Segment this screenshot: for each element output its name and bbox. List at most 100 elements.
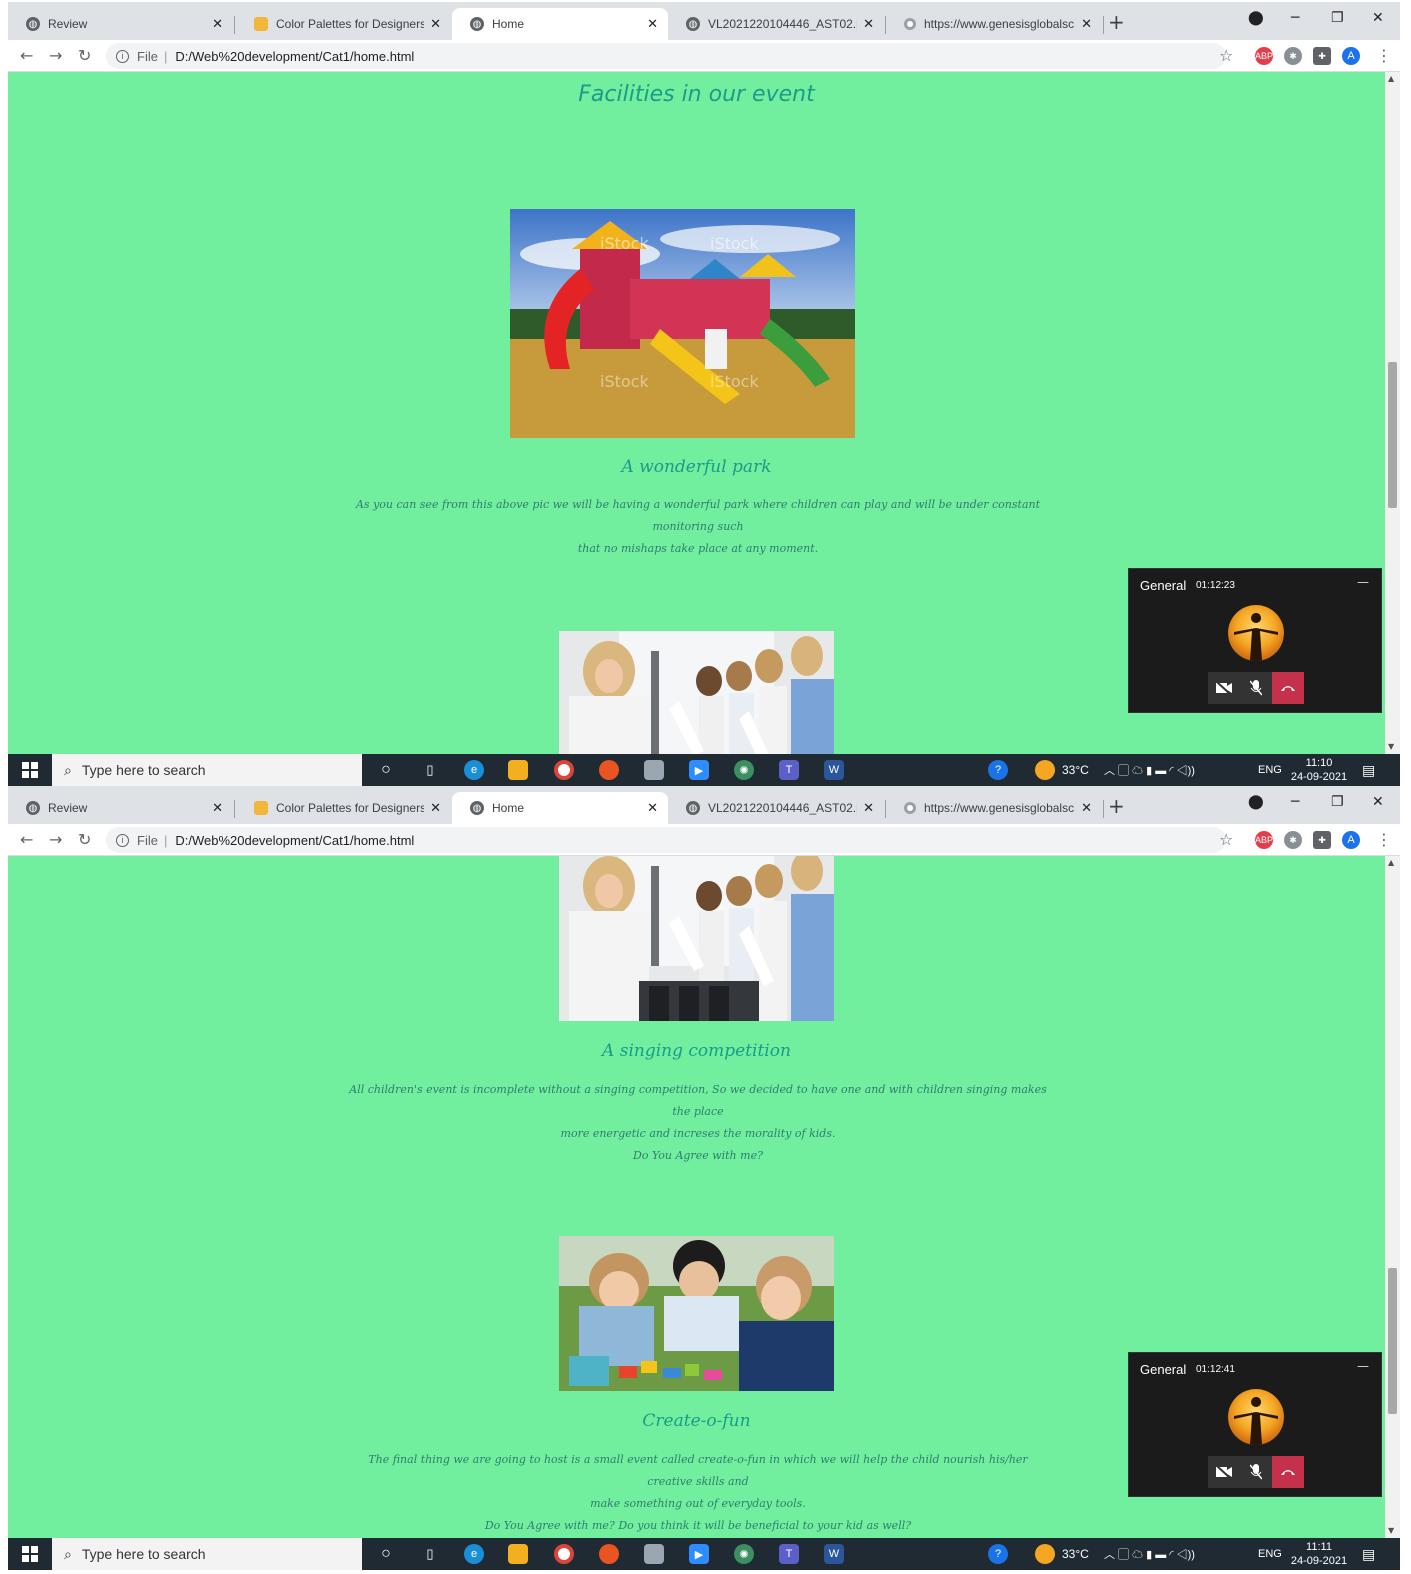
windows-start-icon[interactable]: [8, 754, 52, 786]
close-icon[interactable]: ✕: [1081, 800, 1092, 816]
tab-home[interactable]: ◍ Home ✕: [452, 8, 668, 40]
taskbar-search-input[interactable]: ⌕ Type here to search: [52, 1538, 362, 1570]
photos-icon[interactable]: [644, 760, 664, 780]
new-tab-button[interactable]: +: [1108, 10, 1125, 34]
minimize-icon[interactable]: —: [1357, 1359, 1369, 1373]
forward-icon[interactable]: →: [49, 46, 62, 65]
menu-kebab-icon[interactable]: ⋮: [1376, 46, 1392, 65]
task-view-icon[interactable]: ▯: [420, 760, 440, 780]
minimize-icon[interactable]: —: [1357, 575, 1369, 589]
tab-review[interactable]: ◍ Review ✕: [8, 8, 233, 40]
tab-pdf[interactable]: ◍ VL2021220104446_AST02.pdf ✕: [668, 792, 884, 824]
page-scrollbar[interactable]: ▲ ▼: [1385, 856, 1400, 1538]
close-icon[interactable]: ✕: [1081, 16, 1092, 32]
atom-icon[interactable]: ✺: [734, 760, 754, 780]
reload-icon[interactable]: ↻: [78, 830, 91, 849]
chrome-icon[interactable]: [554, 760, 574, 780]
tab-review[interactable]: ◍ Review ✕: [8, 792, 233, 824]
tab-home[interactable]: ◍ Home ✕: [452, 792, 668, 824]
help-icon[interactable]: ?: [988, 760, 1008, 780]
reload-icon[interactable]: ↻: [78, 46, 91, 65]
scroll-down-icon[interactable]: ▼: [1388, 1526, 1394, 1535]
cortana-icon[interactable]: ○: [376, 1544, 396, 1564]
puzzle-extensions-icon[interactable]: ✚: [1313, 47, 1331, 65]
notification-icon[interactable]: ▤: [1362, 1538, 1375, 1570]
scroll-up-icon[interactable]: ▲: [1388, 74, 1394, 83]
profile-avatar[interactable]: A: [1342, 47, 1360, 65]
file-explorer-icon[interactable]: [508, 1544, 528, 1564]
language-indicator[interactable]: ENG: [1258, 754, 1282, 786]
adblock-icon[interactable]: ABP: [1255, 831, 1273, 849]
word-icon[interactable]: W: [824, 1544, 844, 1564]
ubuntu-icon[interactable]: [599, 1544, 619, 1564]
word-icon[interactable]: W: [824, 760, 844, 780]
forward-icon[interactable]: →: [49, 830, 62, 849]
minimize-icon[interactable]: ─: [1291, 794, 1299, 810]
close-icon[interactable]: ✕: [212, 800, 223, 816]
tray-icons[interactable]: ︿ ▢ ☁ ▮ ▬ ◜ ◁)): [1104, 1538, 1195, 1570]
taskbar-search-input[interactable]: ⌕ Type here to search: [52, 754, 362, 786]
bug-extension-icon[interactable]: ✱: [1284, 831, 1302, 849]
close-icon[interactable]: ✕: [647, 800, 658, 816]
tray-icons[interactable]: ︿ ▢ ☁ ▮ ▬ ◜ ◁)): [1104, 754, 1195, 786]
back-icon[interactable]: ←: [20, 46, 33, 65]
chrome-icon[interactable]: [554, 1544, 574, 1564]
close-icon[interactable]: ✕: [430, 16, 441, 32]
help-icon[interactable]: ?: [988, 1544, 1008, 1564]
edge-icon[interactable]: e: [464, 1544, 484, 1564]
address-bar[interactable]: i File | D:/Web%20development/Cat1/home.…: [106, 827, 1226, 853]
back-icon[interactable]: ←: [20, 830, 33, 849]
hang-up-icon[interactable]: [1272, 672, 1304, 704]
page-scrollbar[interactable]: ▲ ▼: [1385, 72, 1400, 754]
bookmark-star-icon[interactable]: ☆: [1219, 46, 1233, 65]
close-icon[interactable]: ✕: [863, 800, 874, 816]
address-bar[interactable]: i File | D:/Web%20development/Cat1/home.…: [106, 43, 1226, 69]
info-icon[interactable]: i: [116, 833, 129, 847]
file-explorer-icon[interactable]: [508, 760, 528, 780]
bookmark-star-icon[interactable]: ☆: [1219, 830, 1233, 849]
tab-search-icon[interactable]: ⬤: [1248, 10, 1264, 26]
scroll-down-icon[interactable]: ▼: [1388, 742, 1394, 751]
teams-call-window[interactable]: General 01:12:23 —: [1128, 568, 1382, 713]
edge-icon[interactable]: e: [464, 760, 484, 780]
menu-kebab-icon[interactable]: ⋮: [1376, 830, 1392, 849]
ubuntu-icon[interactable]: [599, 760, 619, 780]
notification-icon[interactable]: ▤: [1362, 754, 1375, 786]
adblock-icon[interactable]: ABP: [1255, 47, 1273, 65]
scrollbar-thumb[interactable]: [1388, 362, 1397, 508]
mic-off-icon[interactable]: [1240, 1456, 1272, 1488]
new-tab-button[interactable]: +: [1108, 794, 1125, 818]
profile-avatar[interactable]: A: [1342, 831, 1360, 849]
atom-icon[interactable]: ✺: [734, 1544, 754, 1564]
close-icon[interactable]: ✕: [430, 800, 441, 816]
windows-start-icon[interactable]: [8, 1538, 52, 1570]
taskbar-clock[interactable]: 11:11 24-09-2021: [1290, 1540, 1348, 1568]
teams-icon[interactable]: T: [779, 760, 799, 780]
camera-off-icon[interactable]: [1208, 672, 1240, 704]
teams-icon[interactable]: T: [779, 1544, 799, 1564]
tab-color-palettes[interactable]: Color Palettes for Designers and ✕: [236, 8, 451, 40]
scrollbar-thumb[interactable]: [1388, 1268, 1397, 1414]
scroll-up-icon[interactable]: ▲: [1388, 858, 1394, 867]
minimize-icon[interactable]: ─: [1291, 10, 1299, 26]
tab-pdf[interactable]: ◍ VL2021220104446_AST02.pdf ✕: [668, 8, 884, 40]
zoom-icon[interactable]: ▶: [689, 760, 709, 780]
tab-genesis[interactable]: https://www.genesisglobalschool ✕: [886, 8, 1102, 40]
teams-call-window[interactable]: General 01:12:41 —: [1128, 1352, 1382, 1497]
close-icon[interactable]: ✕: [863, 16, 874, 32]
restore-icon[interactable]: ❐: [1331, 10, 1344, 26]
close-icon[interactable]: ✕: [647, 16, 658, 32]
mic-off-icon[interactable]: [1240, 672, 1272, 704]
bug-extension-icon[interactable]: ✱: [1284, 47, 1302, 65]
task-view-icon[interactable]: ▯: [420, 1544, 440, 1564]
photos-icon[interactable]: [644, 1544, 664, 1564]
info-icon[interactable]: i: [116, 49, 129, 63]
hang-up-icon[interactable]: [1272, 1456, 1304, 1488]
close-window-icon[interactable]: ✕: [1372, 10, 1384, 26]
tab-color-palettes[interactable]: Color Palettes for Designers and ✕: [236, 792, 451, 824]
close-icon[interactable]: ✕: [212, 16, 223, 32]
tab-search-icon[interactable]: ⬤: [1248, 794, 1264, 810]
cortana-icon[interactable]: ○: [376, 760, 396, 780]
puzzle-extensions-icon[interactable]: ✚: [1313, 831, 1331, 849]
restore-icon[interactable]: ❐: [1331, 794, 1344, 810]
